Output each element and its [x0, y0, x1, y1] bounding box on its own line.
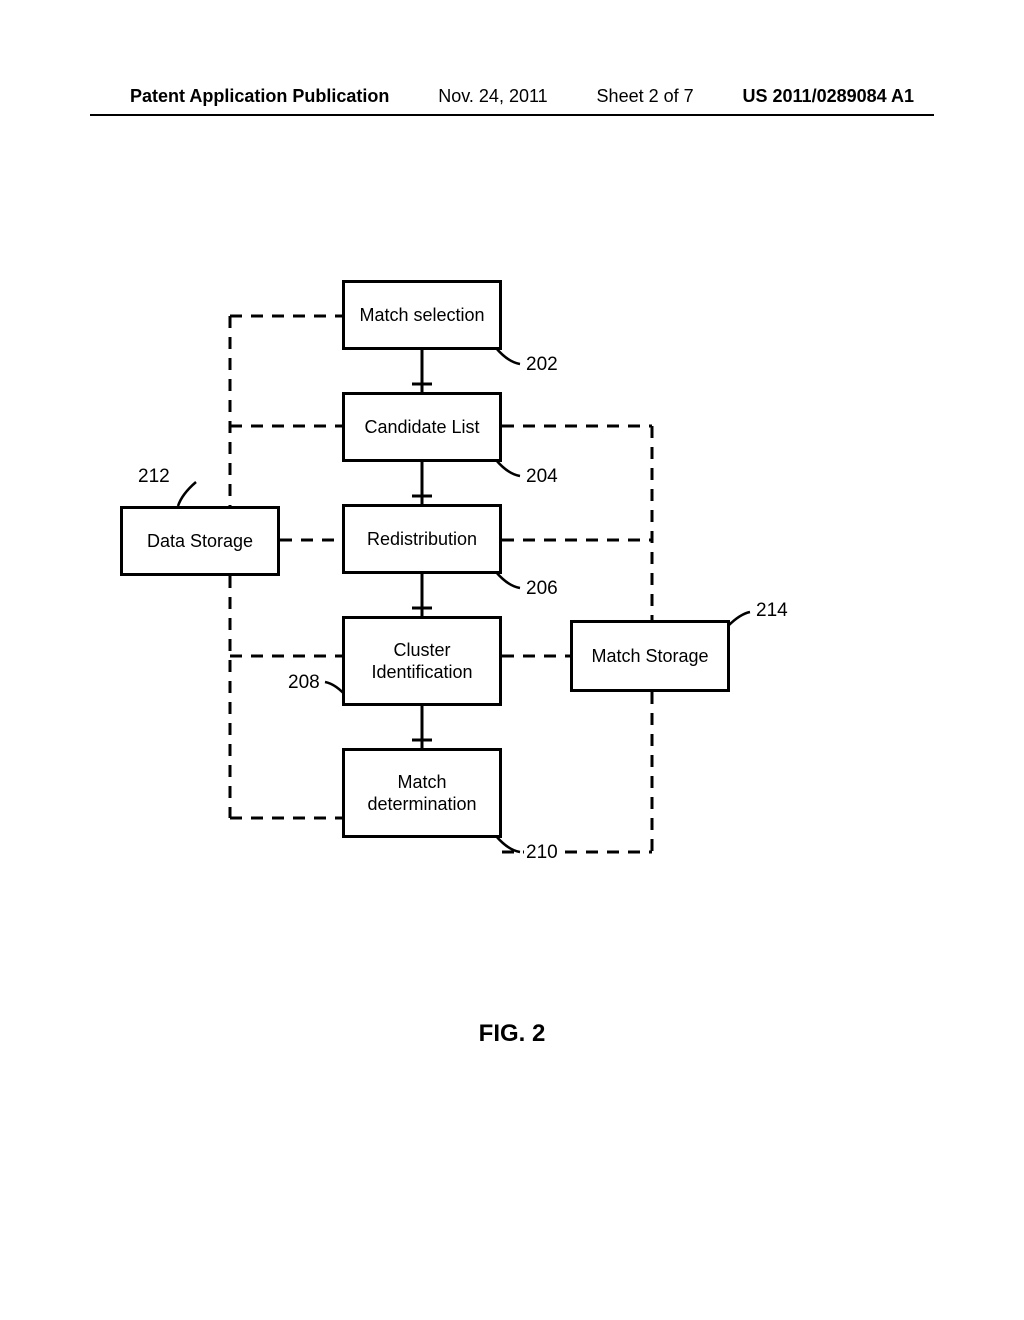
ref-210: 210 [524, 842, 560, 864]
box-cluster-identification: Cluster Identification [342, 616, 502, 706]
header-rule [90, 114, 934, 116]
box-match-selection: Match selection [342, 280, 502, 350]
page-header: Patent Application Publication Nov. 24, … [0, 86, 1024, 107]
ref-206: 206 [524, 578, 560, 600]
publication-number: US 2011/0289084 A1 [743, 86, 914, 107]
box-match-determination: Match determination [342, 748, 502, 838]
box-redistribution: Redistribution [342, 504, 502, 574]
figure-caption: FIG. 2 [0, 1020, 1024, 1048]
box-candidate-list: Candidate List [342, 392, 502, 462]
ref-208: 208 [286, 672, 322, 694]
connector-lines [120, 280, 904, 1000]
publication-type: Patent Application Publication [130, 86, 389, 107]
ref-204: 204 [524, 466, 560, 488]
box-match-storage: Match Storage [570, 620, 730, 692]
ref-214: 214 [754, 600, 790, 622]
sheet-number: Sheet 2 of 7 [597, 86, 694, 107]
figure-diagram: Match selection Candidate List Redistrib… [120, 280, 904, 1000]
publication-date: Nov. 24, 2011 [438, 86, 547, 107]
ref-212: 212 [136, 466, 172, 488]
box-data-storage: Data Storage [120, 506, 280, 576]
ref-202: 202 [524, 354, 560, 376]
